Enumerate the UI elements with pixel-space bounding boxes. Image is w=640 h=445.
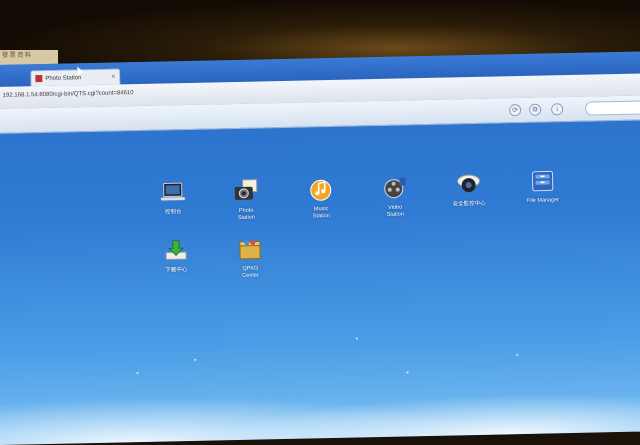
favicon-icon xyxy=(35,75,43,83)
cloud-wallpaper xyxy=(0,360,640,445)
security-camera-icon xyxy=(455,171,482,198)
app-qpkg-center[interactable]: QPKG Center xyxy=(220,235,281,280)
download-arrow-icon xyxy=(163,237,190,264)
app-label: 安全監控中心 xyxy=(452,200,486,208)
star xyxy=(355,337,358,340)
app-download-station[interactable]: 下載中心 xyxy=(146,237,207,275)
close-tab-icon[interactable]: × xyxy=(111,74,115,81)
app-video-station[interactable]: Video Station xyxy=(364,174,425,219)
tab-title: Photo Station xyxy=(45,74,82,82)
file-cabinet-icon xyxy=(529,167,556,194)
settings-icon[interactable]: ⚙ xyxy=(529,103,542,116)
refresh-icon[interactable]: ⟳ xyxy=(509,104,522,117)
laptop-icon xyxy=(160,179,187,206)
star xyxy=(516,354,519,357)
star xyxy=(194,358,197,361)
package-icon xyxy=(237,235,264,262)
app-label: 下載中心 xyxy=(165,267,188,274)
app-label: QPKG Center xyxy=(242,265,259,279)
app-control-panel[interactable]: 控制台 xyxy=(143,179,204,217)
search-input[interactable] xyxy=(584,99,640,116)
app-label: Photo Station xyxy=(237,207,255,221)
app-surveillance-center[interactable]: 安全監控中心 xyxy=(438,170,499,208)
app-label: Video Station xyxy=(386,204,404,218)
app-label: File Manager xyxy=(526,197,560,204)
app-file-manager[interactable]: File Manager xyxy=(512,167,573,205)
app-music-station[interactable]: Music Station xyxy=(290,176,351,221)
screen: Photo Station × 192.168.1.54:8080/cgi-bi… xyxy=(0,50,640,445)
info-icon[interactable]: i xyxy=(550,103,564,116)
app-label: Music Station xyxy=(312,206,330,220)
url-text[interactable]: 192.168.1.54:8080/cgi-bin/QTS.cgi?count=… xyxy=(3,90,134,99)
app-label: 控制台 xyxy=(164,209,182,216)
camera-photo-icon xyxy=(232,178,259,205)
app-photo-station[interactable]: Photo Station xyxy=(215,177,276,222)
film-reel-icon xyxy=(381,174,408,201)
music-note-icon xyxy=(307,176,334,203)
